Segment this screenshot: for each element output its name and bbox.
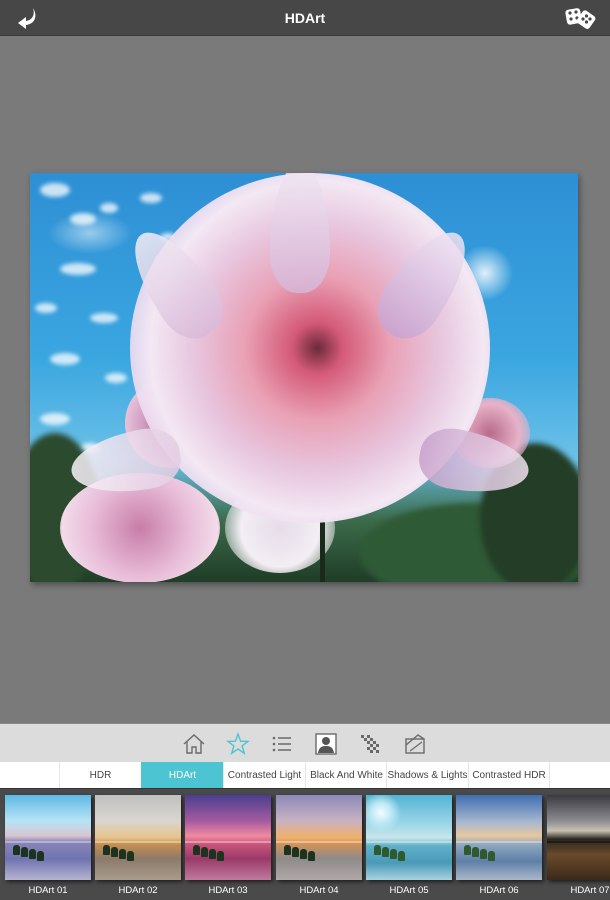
- tab-contrasted-hdr[interactable]: Contrasted HDR: [468, 762, 550, 788]
- tab-hdart[interactable]: HDArt: [141, 762, 223, 788]
- preset-label: HDArt 06: [479, 885, 519, 896]
- tab-hdr[interactable]: HDR: [59, 762, 141, 788]
- tab-contrasted-light[interactable]: Contrasted Light: [223, 762, 305, 788]
- tool-favorites[interactable]: [225, 731, 251, 757]
- preset-thumbnail[interactable]: HDArt 03: [185, 795, 271, 900]
- preset-thumbnail[interactable]: HDArt 06: [456, 795, 542, 900]
- top-bar: HDArt: [0, 0, 610, 36]
- tool-portrait[interactable]: [313, 731, 339, 757]
- filter-category-tabs: HDR HDArt Contrasted Light Black And Whi…: [0, 762, 610, 788]
- list-icon: [272, 736, 291, 752]
- preset-label: HDArt 04: [299, 885, 339, 896]
- tool-frame[interactable]: [402, 731, 428, 757]
- tool-list[interactable]: [269, 731, 295, 757]
- frame-icon: [405, 734, 425, 754]
- dice-icon: [565, 8, 596, 29]
- tool-home[interactable]: [181, 731, 207, 757]
- preset-thumbnail[interactable]: HDArt 05: [366, 795, 452, 900]
- page-title: HDArt: [284, 10, 326, 26]
- preset-label: HDArt 02: [118, 885, 158, 896]
- preset-thumbnail[interactable]: HDArt 02: [95, 795, 181, 900]
- preset-label: HDArt 05: [389, 885, 429, 896]
- edited-photo[interactable]: [30, 173, 578, 582]
- preset-label: HDArt 03: [208, 885, 248, 896]
- tab-black-and-white[interactable]: Black And White: [305, 762, 387, 788]
- preset-thumbnail[interactable]: HDArt 04: [276, 795, 362, 900]
- star-icon: [226, 731, 250, 755]
- random-filter-button[interactable]: [564, 6, 598, 30]
- preset-label: HDArt 01: [28, 885, 68, 896]
- tool-texture[interactable]: [357, 731, 383, 757]
- preset-thumbnail-strip: HDArt 01 HDArt 02 HDArt 03 HDArt 04 HDAr…: [0, 788, 610, 900]
- preset-label: HDArt 07: [570, 885, 610, 896]
- home-icon: [183, 734, 205, 754]
- category-toolbar: [0, 723, 610, 762]
- checker-pattern-icon: [361, 735, 379, 753]
- image-canvas: [0, 36, 610, 723]
- tab-shadows-and-lights[interactable]: Shadows & Lights: [386, 762, 468, 788]
- preset-thumbnail[interactable]: HDArt 07: [547, 795, 610, 900]
- portrait-icon: [315, 733, 337, 755]
- preset-thumbnail[interactable]: HDArt 01: [5, 795, 91, 900]
